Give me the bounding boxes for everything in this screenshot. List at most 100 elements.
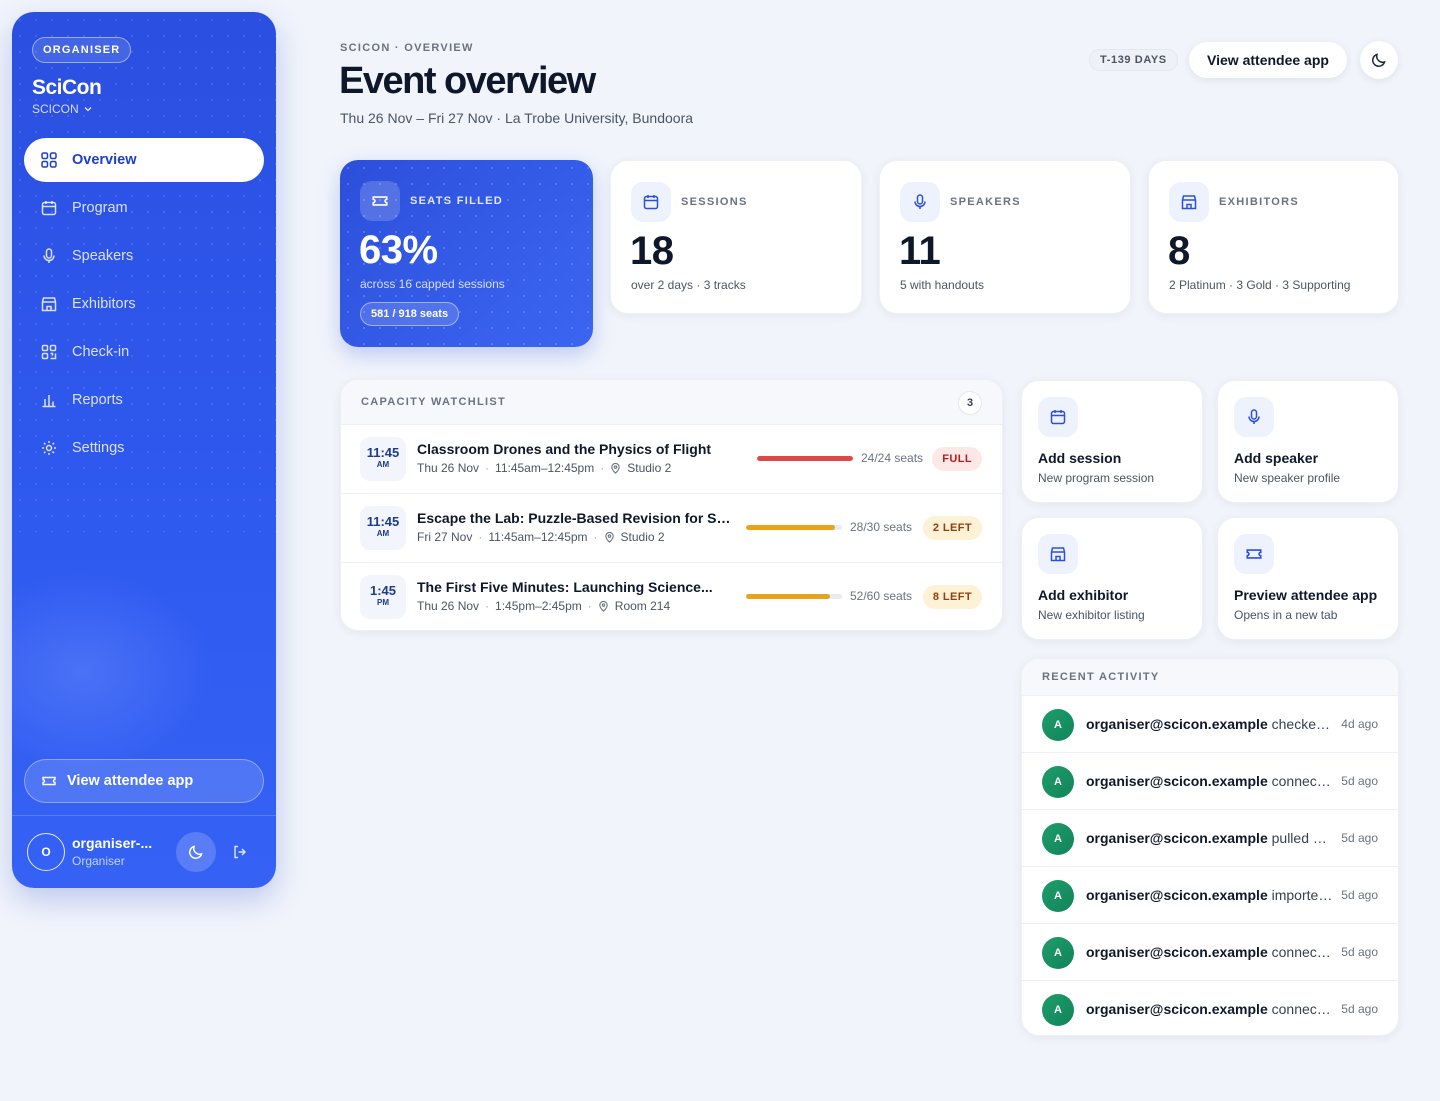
avatar: A — [1042, 994, 1074, 1026]
activity-item[interactable]: A organiser@scicon.example pulled 12 rec… — [1022, 809, 1398, 866]
separator: · — [478, 530, 483, 544]
activity-text: organiser@scicon.example pulled 12 recor… — [1086, 830, 1334, 846]
session-name: The First Five Minutes: Launching Scienc… — [417, 579, 713, 595]
session-time: 1:45 PM — [360, 575, 406, 619]
session-room: Studio 2 — [620, 530, 665, 544]
session-date: Thu 26 Nov — [417, 599, 480, 613]
seats-filled-card: SEATS FILLED 63% across 16 capped sessio… — [340, 160, 593, 347]
watchlist-count-badge: 3 — [958, 391, 982, 415]
activity-item[interactable]: A organiser@scicon.example connected an … — [1022, 923, 1398, 980]
stat-value: 18 — [630, 229, 674, 273]
action-subtitle: New speaker profile — [1234, 471, 1341, 485]
sidebar-nav: Overview Program Speakers Exhibitors Che… — [24, 138, 264, 474]
sidebar-glow — [12, 572, 212, 772]
stat-label: SPEAKERS — [950, 196, 1021, 208]
theme-toggle-button[interactable] — [176, 832, 216, 872]
capacity-bar-fill — [757, 456, 853, 461]
sidebar-item-exhibitors[interactable]: Exhibitors — [24, 282, 264, 326]
action-subtitle: New program session — [1038, 471, 1155, 485]
logout-icon — [234, 845, 246, 859]
ticket-icon — [42, 776, 56, 786]
calendar-icon — [1050, 410, 1066, 425]
session-meta: Thu 26 Nov · 11:45am–12:45pm · Studio 2 — [417, 461, 671, 475]
activity-text: organiser@scicon.example checked in an a… — [1086, 716, 1334, 732]
watchlist-row[interactable]: 1:45 PM The First Five Minutes: Launchin… — [341, 563, 1002, 630]
preview-attendee-app-button[interactable]: Preview attendee app Opens in a new tab — [1217, 517, 1399, 640]
time-value: 11:45 — [366, 514, 400, 529]
activity-text: organiser@scicon.example connected an in… — [1086, 1001, 1334, 1017]
qr-code-icon — [41, 344, 57, 360]
sidebar-item-check-in[interactable]: Check-in — [24, 330, 264, 374]
user-role: Organiser — [72, 854, 125, 868]
watchlist-row[interactable]: 11:45 AM Classroom Drones and the Physic… — [341, 425, 1002, 494]
action-subtitle: Opens in a new tab — [1234, 608, 1338, 622]
capacity-bar-fill — [746, 594, 830, 599]
action-title: Add exhibitor — [1038, 587, 1129, 603]
sidebar-item-speakers[interactable]: Speakers — [24, 234, 264, 278]
moon-icon — [189, 845, 203, 859]
seat-count: 28/30 seats — [850, 520, 913, 534]
calendar-icon-box — [631, 182, 671, 222]
view-attendee-app-button[interactable]: View attendee app — [24, 759, 264, 803]
countdown-badge: T-139 DAYS — [1089, 49, 1178, 71]
time-ampm: AM — [376, 529, 390, 538]
logout-button[interactable] — [230, 842, 250, 862]
stat-value: 63% — [359, 228, 438, 272]
add-exhibitor-button[interactable]: Add exhibitor New exhibitor listing — [1021, 517, 1203, 640]
page-title: Event overview — [339, 60, 596, 102]
microphone-icon-box — [1234, 397, 1274, 437]
add-speaker-button[interactable]: Add speaker New speaker profile — [1217, 380, 1399, 503]
location-pin-icon — [599, 600, 608, 612]
calendar-icon — [41, 201, 57, 216]
bar-chart-icon — [42, 395, 56, 408]
status-badge: 8 LEFT — [922, 585, 982, 609]
add-session-button[interactable]: Add session New program session — [1021, 380, 1203, 503]
header-view-attendee-app-button[interactable]: View attendee app — [1189, 42, 1347, 78]
storefront-icon — [41, 297, 57, 312]
header-theme-toggle-button[interactable] — [1360, 41, 1398, 79]
sessions-card: SESSIONS 18 over 2 days · 3 tracks — [610, 160, 862, 314]
brand-name: SciCon — [32, 76, 102, 99]
calendar-icon — [643, 195, 659, 210]
storefront-icon — [1050, 547, 1066, 562]
watchlist-row[interactable]: 11:45 AM Escape the Lab: Puzzle-Based Re… — [341, 494, 1002, 563]
activity-time: 4d ago — [1341, 717, 1378, 731]
capacity-watchlist: CAPACITY WATCHLIST 3 11:45 AM Classroom … — [340, 379, 1003, 631]
watchlist-title: CAPACITY WATCHLIST — [361, 396, 507, 408]
separator: · — [485, 599, 490, 613]
event-code: SCICON — [32, 102, 79, 116]
activity-text: organiser@scicon.example connected an in… — [1086, 773, 1334, 789]
capacity-bar — [746, 525, 842, 530]
activity-action: connected an integration — [1271, 1001, 1334, 1017]
activity-time: 5d ago — [1341, 1002, 1378, 1016]
sidebar-item-overview[interactable]: Overview — [24, 138, 264, 182]
microphone-icon — [914, 194, 926, 209]
capacity-bar — [757, 456, 853, 461]
status-badge: 2 LEFT — [922, 516, 982, 540]
sidebar-item-program[interactable]: Program — [24, 186, 264, 230]
avatar[interactable]: O — [27, 833, 65, 871]
event-switcher[interactable]: SCICON — [32, 102, 93, 116]
sidebar-item-reports[interactable]: Reports — [24, 378, 264, 422]
activity-item[interactable]: A organiser@scicon.example connected an … — [1022, 980, 1398, 1035]
avatar: A — [1042, 766, 1074, 798]
action-title: Add session — [1038, 450, 1122, 466]
activity-time: 5d ago — [1341, 945, 1378, 959]
sidebar-item-settings[interactable]: Settings — [24, 426, 264, 470]
sidebar-item-label: Reports — [72, 392, 123, 408]
gear-icon — [42, 441, 56, 455]
activity-item[interactable]: A organiser@scicon.example checked in an… — [1022, 695, 1398, 752]
activity-item[interactable]: A organiser@scicon.example imported sess… — [1022, 866, 1398, 923]
separator: · — [593, 530, 598, 544]
seats-pill: 581 / 918 seats — [360, 302, 460, 326]
session-name: Escape the Lab: Puzzle-Based Revision fo… — [417, 510, 735, 526]
session-date: Fri 27 Nov — [417, 530, 473, 544]
seat-count: 52/60 seats — [850, 589, 913, 603]
time-ampm: AM — [376, 460, 390, 469]
activity-text: organiser@scicon.example imported sessio… — [1086, 887, 1334, 903]
activity-item[interactable]: A organiser@scicon.example connected an … — [1022, 752, 1398, 809]
activity-action: connected an integration — [1271, 944, 1334, 960]
session-slot: 11:45am–12:45pm — [488, 530, 588, 544]
session-date: Thu 26 Nov — [417, 461, 480, 475]
activity-action: connected an integration — [1271, 773, 1334, 789]
